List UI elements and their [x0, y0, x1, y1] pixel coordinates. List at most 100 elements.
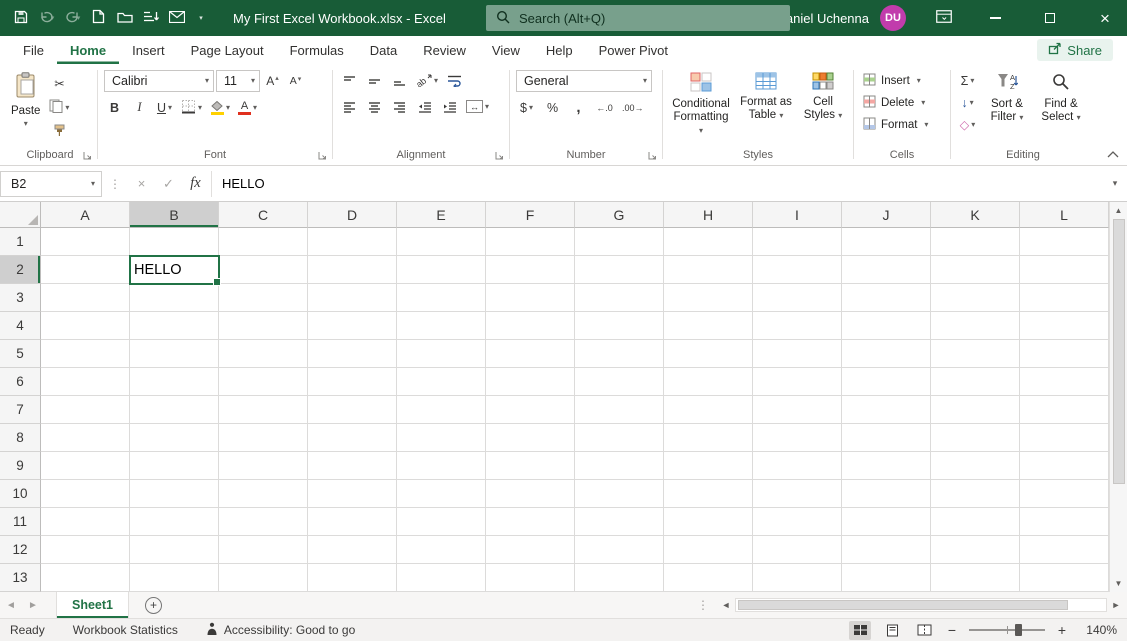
cell-E8[interactable]	[397, 424, 486, 452]
cell-D9[interactable]	[308, 452, 397, 480]
italic-button[interactable]: I	[129, 97, 150, 118]
tab-page-layout[interactable]: Page Layout	[178, 36, 277, 64]
scroll-down-button[interactable]: ▼	[1110, 575, 1127, 592]
column-header-D[interactable]: D	[308, 202, 397, 228]
cell-G8[interactable]	[575, 424, 664, 452]
bold-button[interactable]: B	[104, 97, 125, 118]
align-bottom-button[interactable]	[389, 70, 410, 91]
cell-E1[interactable]	[397, 228, 486, 256]
cell-C12[interactable]	[219, 536, 308, 564]
cell-I4[interactable]	[753, 312, 842, 340]
cell-L3[interactable]	[1020, 284, 1109, 312]
cell-L11[interactable]	[1020, 508, 1109, 536]
tab-help[interactable]: Help	[533, 36, 586, 64]
redo-button[interactable]: ▾	[60, 4, 85, 32]
cell-H12[interactable]	[664, 536, 753, 564]
number-format-combo[interactable]: General ▾	[516, 70, 652, 92]
cell-I3[interactable]	[753, 284, 842, 312]
cell-styles-button[interactable]: Cell Styles ▾	[799, 70, 847, 124]
cell-I2[interactable]	[753, 256, 842, 284]
cell-H6[interactable]	[664, 368, 753, 396]
cell-C8[interactable]	[219, 424, 308, 452]
expand-formula-bar-button[interactable]: ▾	[1103, 178, 1127, 189]
number-dialog-launcher[interactable]	[648, 151, 657, 160]
search-box[interactable]: Search (Alt+Q)	[486, 5, 790, 31]
column-header-I[interactable]: I	[753, 202, 842, 228]
paste-dropdown-icon[interactable]: ▾	[24, 120, 28, 128]
ribbon-display-options-button[interactable]	[931, 4, 956, 32]
cell-B1[interactable]	[130, 228, 219, 256]
cell-F11[interactable]	[486, 508, 575, 536]
cancel-formula-button[interactable]: ×	[128, 171, 155, 197]
cell-I12[interactable]	[753, 536, 842, 564]
cell-E6[interactable]	[397, 368, 486, 396]
cell-J5[interactable]	[842, 340, 931, 368]
cell-E7[interactable]	[397, 396, 486, 424]
cell-K3[interactable]	[931, 284, 1020, 312]
cell-C2[interactable]	[219, 256, 308, 284]
cell-K2[interactable]	[931, 256, 1020, 284]
copy-button[interactable]: ▾	[47, 97, 71, 118]
cell-J9[interactable]	[842, 452, 931, 480]
align-middle-button[interactable]	[364, 70, 385, 91]
cell-J3[interactable]	[842, 284, 931, 312]
horizontal-scrollbar[interactable]: ◄ ►	[717, 592, 1125, 618]
font-color-button[interactable]: A ▾	[236, 97, 259, 118]
cell-D8[interactable]	[308, 424, 397, 452]
cell-A3[interactable]	[41, 284, 130, 312]
undo-button[interactable]: ▾	[34, 4, 59, 32]
cell-F7[interactable]	[486, 396, 575, 424]
cell-L4[interactable]	[1020, 312, 1109, 340]
cell-K10[interactable]	[931, 480, 1020, 508]
tab-formulas[interactable]: Formulas	[277, 36, 357, 64]
cell-A13[interactable]	[41, 564, 130, 592]
wrap-text-button[interactable]	[444, 70, 465, 91]
cell-K6[interactable]	[931, 368, 1020, 396]
cell-E9[interactable]	[397, 452, 486, 480]
row-header-7[interactable]: 7	[0, 396, 41, 424]
cell-C4[interactable]	[219, 312, 308, 340]
cell-H2[interactable]	[664, 256, 753, 284]
orientation-button[interactable]: ab▾	[414, 70, 440, 91]
cell-C13[interactable]	[219, 564, 308, 592]
column-header-A[interactable]: A	[41, 202, 130, 228]
cut-button[interactable]: ✂	[47, 73, 71, 94]
cell-C5[interactable]	[219, 340, 308, 368]
cell-D1[interactable]	[308, 228, 397, 256]
cell-H1[interactable]	[664, 228, 753, 256]
tab-file[interactable]: File	[10, 36, 57, 64]
cell-G4[interactable]	[575, 312, 664, 340]
fill-color-button[interactable]: ▾	[208, 97, 232, 118]
accounting-format-button[interactable]: $▾	[516, 97, 537, 118]
cell-F4[interactable]	[486, 312, 575, 340]
share-button[interactable]: Share	[1037, 39, 1113, 61]
tab-power-pivot[interactable]: Power Pivot	[586, 36, 681, 64]
cell-H10[interactable]	[664, 480, 753, 508]
cell-F5[interactable]	[486, 340, 575, 368]
fill-button[interactable]: ↓▾	[957, 92, 978, 113]
increase-decimal-button[interactable]: ←.0	[594, 97, 615, 118]
zoom-slider-thumb[interactable]	[1015, 624, 1022, 636]
cell-E2[interactable]	[397, 256, 486, 284]
cell-F3[interactable]	[486, 284, 575, 312]
autosum-button[interactable]: Σ▾	[957, 70, 978, 91]
cell-E3[interactable]	[397, 284, 486, 312]
cell-L2[interactable]	[1020, 256, 1109, 284]
decrease-indent-button[interactable]	[414, 96, 435, 117]
align-left-button[interactable]	[339, 96, 360, 117]
user-name[interactable]: Daniel Uchenna	[776, 11, 869, 26]
cell-B4[interactable]	[130, 312, 219, 340]
horizontal-scroll-track[interactable]	[735, 598, 1107, 612]
cell-I1[interactable]	[753, 228, 842, 256]
cell-A10[interactable]	[41, 480, 130, 508]
cell-A5[interactable]	[41, 340, 130, 368]
row-header-10[interactable]: 10	[0, 480, 41, 508]
row-header-6[interactable]: 6	[0, 368, 41, 396]
cell-A11[interactable]	[41, 508, 130, 536]
tab-view[interactable]: View	[479, 36, 533, 64]
cell-B3[interactable]	[130, 284, 219, 312]
increase-indent-button[interactable]	[439, 96, 460, 117]
cell-E12[interactable]	[397, 536, 486, 564]
name-box-splitter[interactable]: ⋮	[102, 177, 128, 191]
column-header-G[interactable]: G	[575, 202, 664, 228]
